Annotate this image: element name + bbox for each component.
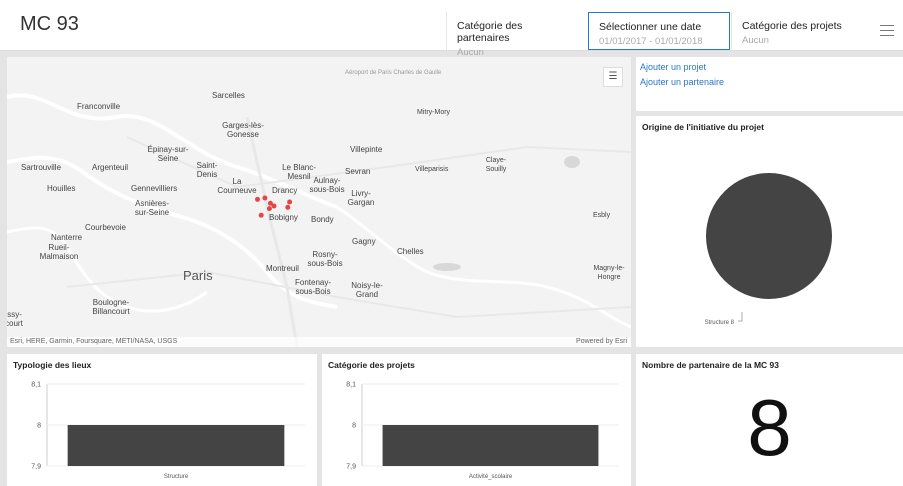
map-label: Montreuil	[266, 264, 299, 273]
map-label: La Courneuve	[217, 177, 257, 195]
add-project-link[interactable]: Ajouter un projet	[640, 62, 903, 72]
map-point[interactable]	[285, 204, 291, 210]
map-label: Argenteuil	[92, 163, 129, 172]
map-point[interactable]	[258, 212, 264, 218]
app-title: MC 93	[20, 13, 79, 35]
map-label: Gagny	[352, 237, 376, 246]
bar[interactable]	[382, 425, 599, 466]
pie-slice[interactable]	[706, 173, 832, 299]
map-label: court	[7, 319, 23, 328]
bar-chart-panel-lieux: Typologie des lieux 8,1 8 7,9 Structure	[7, 354, 317, 486]
filter-label: Catégorie des partenaires	[457, 20, 523, 44]
pie-slice-label: Structure 8	[705, 320, 735, 326]
map-label: Houilles	[47, 184, 76, 193]
bar[interactable]	[67, 425, 285, 466]
bar-chart-panel-projets: Catégorie des projets 8,1 8 7,9 Activité_sc…	[322, 354, 631, 486]
powered-by-text: Powered by Esri	[576, 338, 627, 345]
filter-label: Catégorie des projets	[742, 20, 842, 32]
map-attribution: Esri, HERE, Garmin, Foursquare, METI/NAS…	[7, 337, 631, 347]
pie-chart: Structure 8	[705, 173, 832, 326]
map-point[interactable]	[255, 196, 260, 202]
actions-panel: Ajouter un projet Ajouter un partenaire	[636, 57, 903, 111]
filter-value: Aucun	[742, 35, 769, 46]
y-tick-label: 8	[352, 423, 356, 430]
indicator-title: Nombre de partenaire de la MC 93	[642, 360, 779, 370]
map-label: Villeparisis	[415, 166, 449, 173]
map-label: Sevran	[345, 167, 371, 176]
add-partner-link[interactable]: Ajouter un partenaire	[640, 77, 903, 87]
map-label: Épinay-sur-Seine	[147, 145, 189, 163]
y-tick-label: 8,1	[31, 382, 41, 389]
attribution-text: Esri, HERE, Garmin, Foursquare, METI/NAS…	[10, 338, 178, 345]
header-bar: MC 93 Catégorie des partenaires Aucun Sé…	[0, 0, 903, 58]
map-point[interactable]	[271, 203, 277, 209]
map-point[interactable]	[266, 206, 272, 212]
map-label: Boulogne-Billancourt	[92, 298, 130, 316]
indicator-panel: Nombre de partenaire de la MC 93 8	[636, 354, 903, 486]
map-label: Magny-le-Hongre	[593, 265, 625, 281]
pie-chart-panel: Origine de l'initiative du projet Struct…	[636, 116, 903, 347]
filter-partner-category[interactable]: Catégorie des partenaires Aucun	[446, 12, 587, 58]
map-label: Aéroport de Paris Charles de Gaulle	[345, 70, 442, 76]
map-label: Issy-	[7, 310, 22, 319]
filter-value: 01/01/2017 - 01/01/2018	[599, 36, 703, 47]
map-label: Garges-lès-Gonesse	[222, 121, 264, 139]
filter-project-category[interactable]: Catégorie des projets Aucun	[731, 12, 867, 50]
bar-chart: 8,1 8 7,9 Structure	[31, 382, 305, 480]
map-label: Rosny-sous-Bois	[307, 250, 343, 268]
map-label: Nanterre	[51, 233, 83, 242]
map-label: Bondy	[311, 215, 334, 224]
map-point[interactable]	[287, 199, 293, 205]
map-label: Sarcelles	[212, 91, 245, 100]
map-label: Gennevilliers	[131, 184, 178, 193]
y-tick-label: 8	[37, 423, 41, 430]
map-label: Fontenay-sous-Bois	[294, 278, 332, 296]
map-label: Claye-Souilly	[485, 157, 507, 173]
map-label: Chelles	[397, 247, 424, 256]
map-label: Franconville	[77, 102, 121, 111]
y-tick-label: 7,9	[31, 464, 41, 471]
map-label: Bobigny	[269, 213, 298, 222]
map-label: Courbevoie	[85, 223, 126, 232]
map-point[interactable]	[262, 195, 268, 201]
map-label: Rueil-Malmaison	[39, 243, 79, 261]
x-tick-label: Structure	[164, 474, 189, 480]
map-label: Noisy-le-Grand	[351, 281, 383, 299]
y-tick-label: 8,1	[346, 382, 356, 389]
legend-list-icon[interactable]: ☰	[603, 67, 623, 87]
map-view[interactable]: Aéroport de Paris Charles de Gaulle Sarc…	[7, 57, 631, 347]
map-label: Livry-Gargan	[347, 189, 375, 207]
y-tick-label: 7,9	[346, 464, 356, 471]
indicator-value: 8	[747, 383, 792, 472]
filter-date[interactable]: Sélectionner une date 01/01/2017 - 01/01…	[588, 12, 730, 50]
bar-chart: 8,1 8 7,9 Activité_scolaire	[346, 382, 619, 480]
filter-label: Sélectionner une date	[599, 21, 702, 33]
map-label: Sartrouville	[21, 163, 62, 172]
hamburger-menu-icon[interactable]	[880, 25, 894, 37]
map-label: Mitry-Mory	[417, 109, 451, 116]
x-tick-label: Activité_scolaire	[469, 474, 513, 480]
map-label: Villepinte	[350, 145, 383, 154]
map-label: Drancy	[272, 186, 298, 195]
map-label: Asnières-sur-Seine	[134, 199, 170, 217]
map-label: Esbly	[593, 212, 611, 219]
map-label-paris: Paris	[183, 268, 213, 283]
